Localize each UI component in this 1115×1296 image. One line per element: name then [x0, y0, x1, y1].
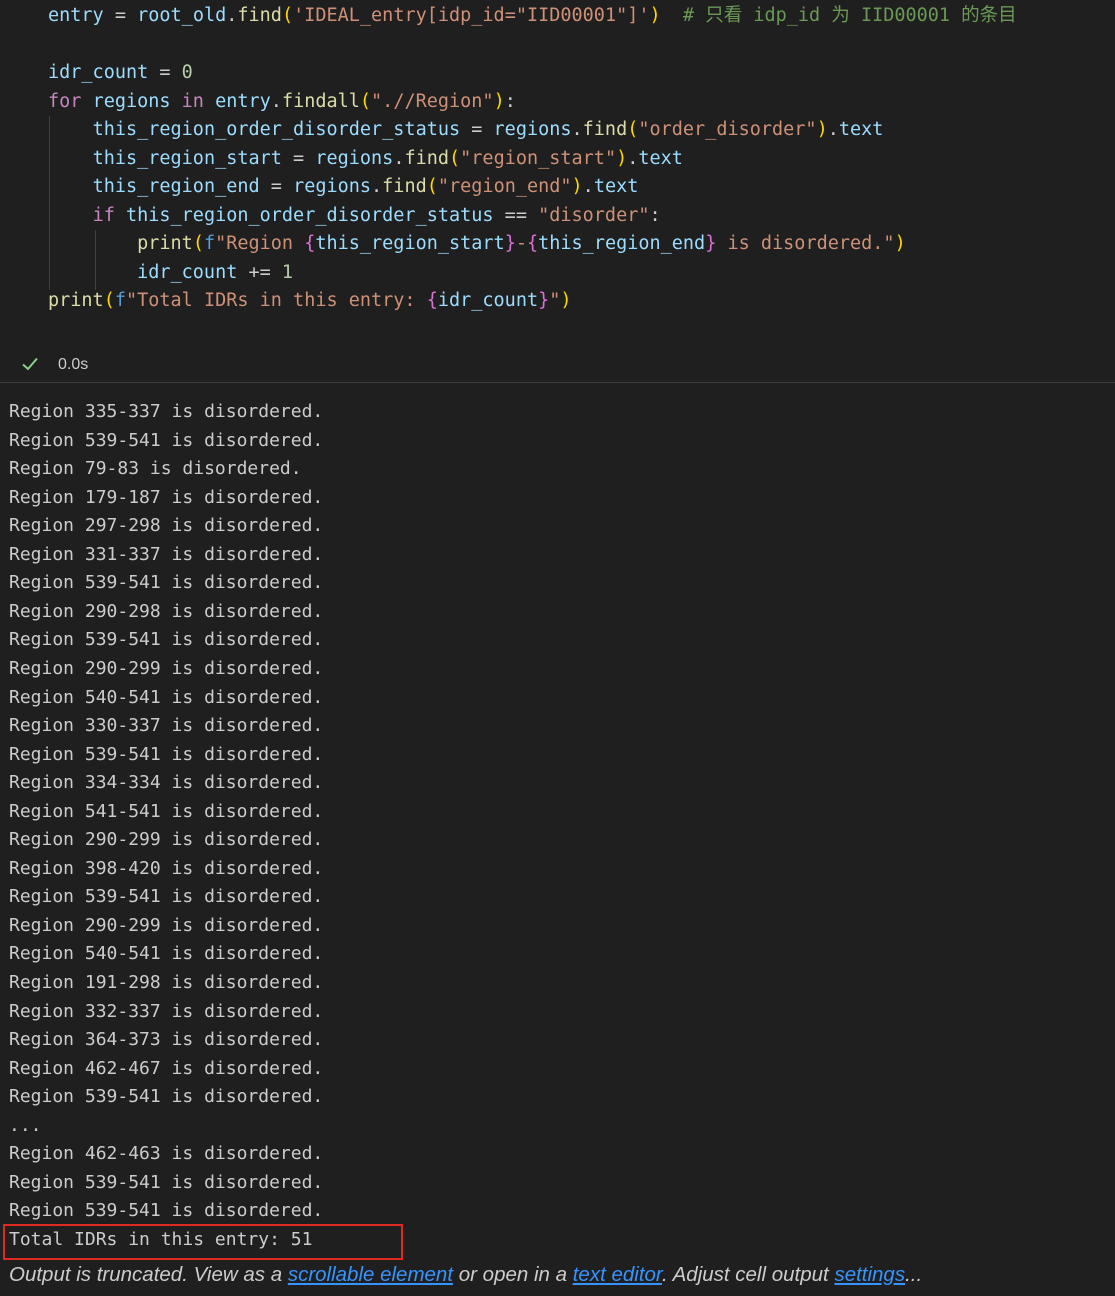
- output-line: Region 331-337 is disordered.: [9, 543, 324, 565]
- code-line: this_region_start = regions.find("region…: [92, 148, 683, 169]
- cell-status-bar: 0.0s: [0, 348, 1115, 382]
- output-line: Region 398-420 is disordered.: [9, 857, 324, 879]
- truncation-suffix: . Adjust cell output: [661, 1263, 835, 1286]
- code-line: for regions in entry.findall(".//Region"…: [48, 91, 516, 112]
- output-line: Region 364-373 is disordered.: [9, 1029, 324, 1051]
- output-line: Region 541-541 is disordered.: [9, 800, 324, 822]
- truncation-notice: Output is truncated. View as a scrollabl…: [9, 1262, 922, 1288]
- total-highlight-box: [3, 1224, 403, 1260]
- code-line: if this_region_order_disorder_status == …: [92, 205, 661, 226]
- truncation-middle: or open in a: [453, 1263, 573, 1286]
- output-line: ...: [9, 1114, 42, 1136]
- output-line: Region 462-463 is disordered.: [9, 1143, 324, 1165]
- output-line: Region 290-299 is disordered.: [9, 657, 324, 679]
- output-line: Region 539-541 is disordered.: [9, 1086, 324, 1108]
- check-icon: [22, 357, 38, 371]
- execution-time: 0.0s: [58, 356, 89, 373]
- output-line: Region 539-541 is disordered.: [9, 429, 324, 451]
- code-editor[interactable]: entry = root_old.find('IDEAL_entry[idp_i…: [0, 0, 1115, 340]
- output-line: Region 462-467 is disordered.: [9, 1057, 324, 1079]
- output-line: Region 79-83 is disordered.: [9, 458, 302, 480]
- output-line: Region 335-337 is disordered.: [9, 401, 324, 422]
- output-line: Region 330-337 is disordered.: [9, 715, 324, 737]
- code-line: print(f"Total IDRs in this entry: {idr_c…: [48, 290, 572, 311]
- code-line: idr_count = 0: [48, 62, 193, 83]
- output-line: Region 540-541 is disordered.: [9, 943, 324, 965]
- output-line: Region 191-298 is disordered.: [9, 972, 324, 993]
- output-line: Region 540-541 is disordered.: [9, 686, 324, 708]
- text-editor-link[interactable]: text editor: [573, 1263, 662, 1286]
- code-line: this_region_order_disorder_status = regi…: [92, 119, 884, 140]
- output-line: Region 539-541 is disordered.: [9, 886, 324, 908]
- output-line: Region 179-187 is disordered.: [9, 486, 324, 508]
- truncation-prefix: Output is truncated. View as a: [9, 1263, 288, 1286]
- scrollable-element-link[interactable]: scrollable element: [288, 1263, 453, 1286]
- output-line: Region 290-299 is disordered.: [9, 914, 324, 936]
- output-line: Region 539-541 is disordered.: [9, 1200, 324, 1222]
- code-line: this_region_end = regions.find("region_e…: [92, 176, 639, 197]
- code-line: print(f"Region {this_region_start}-{this…: [137, 233, 906, 254]
- settings-link[interactable]: settings: [834, 1263, 905, 1286]
- output-line: Region 539-541 is disordered.: [9, 629, 324, 651]
- output-line: Region 297-298 is disordered.: [9, 515, 324, 537]
- output-line: Region 290-298 is disordered.: [9, 600, 324, 622]
- output-line: Region 539-541 is disordered.: [9, 743, 324, 765]
- output-line: Region 539-541 is disordered.: [9, 1171, 324, 1193]
- output-line: Region 332-337 is disordered.: [9, 1000, 324, 1022]
- truncation-ellipsis: ...: [905, 1263, 923, 1286]
- code-line: idr_count += 1: [137, 262, 294, 283]
- output-line: Region 290-299 is disordered.: [9, 829, 324, 851]
- code-line: entry = root_old.find('IDEAL_entry[idp_i…: [48, 5, 1017, 26]
- output-line: Region 539-541 is disordered.: [9, 572, 324, 594]
- output-line: Region 334-334 is disordered.: [9, 772, 324, 794]
